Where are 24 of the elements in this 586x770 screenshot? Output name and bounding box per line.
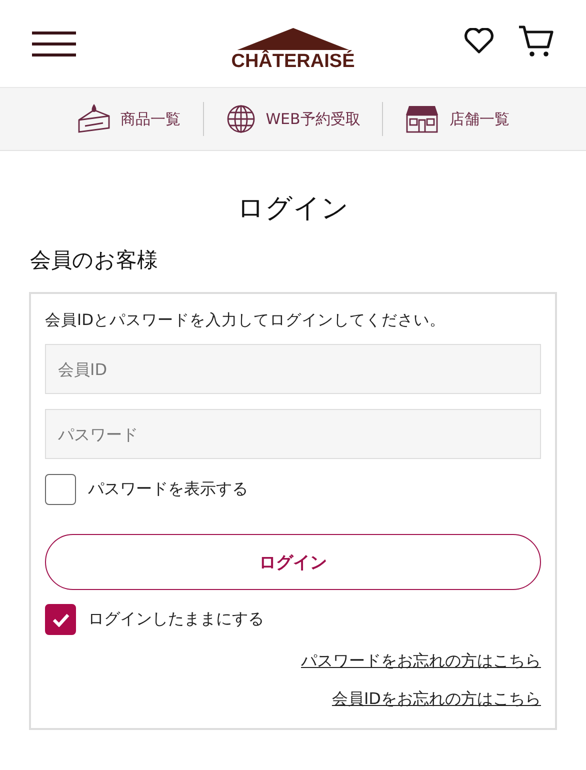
check-icon (52, 612, 70, 626)
checkbox[interactable] (45, 604, 76, 635)
page-title: ログイン (236, 192, 350, 226)
input-field[interactable]: パスワード (45, 409, 541, 459)
forgot-link[interactable]: パスワードをお忘れの方はこちら (301, 648, 541, 674)
nav-link[interactable]: WEB予約受取 (226, 104, 360, 134)
forgot-link[interactable]: 会員IDをお忘れの方はこちら (332, 686, 541, 712)
cart-icon[interactable] (518, 24, 554, 56)
instruction-text: 会員IDとパスワードを入力してログインしてください。 (45, 310, 447, 331)
login-button[interactable]: ログイン (45, 534, 541, 590)
globe-icon (226, 104, 256, 134)
input-field[interactable]: 会員ID (45, 344, 541, 394)
roof-icon (237, 28, 349, 50)
checkbox-label: パスワードを表示する (88, 479, 248, 500)
cake-icon (76, 104, 111, 134)
store-icon (405, 105, 440, 133)
logo[interactable]: CHÂTERAISÉ (231, 51, 355, 73)
checkbox[interactable] (45, 474, 76, 505)
heart-icon[interactable] (464, 28, 494, 54)
menu-icon[interactable] (32, 30, 76, 56)
checkbox-label: ログインしたままにする (88, 609, 264, 630)
nav-link[interactable]: 店舗一覧 (405, 105, 510, 133)
nav-link[interactable]: 商品一覧 (76, 104, 181, 134)
section-title: 会員のお客様 (30, 247, 159, 274)
